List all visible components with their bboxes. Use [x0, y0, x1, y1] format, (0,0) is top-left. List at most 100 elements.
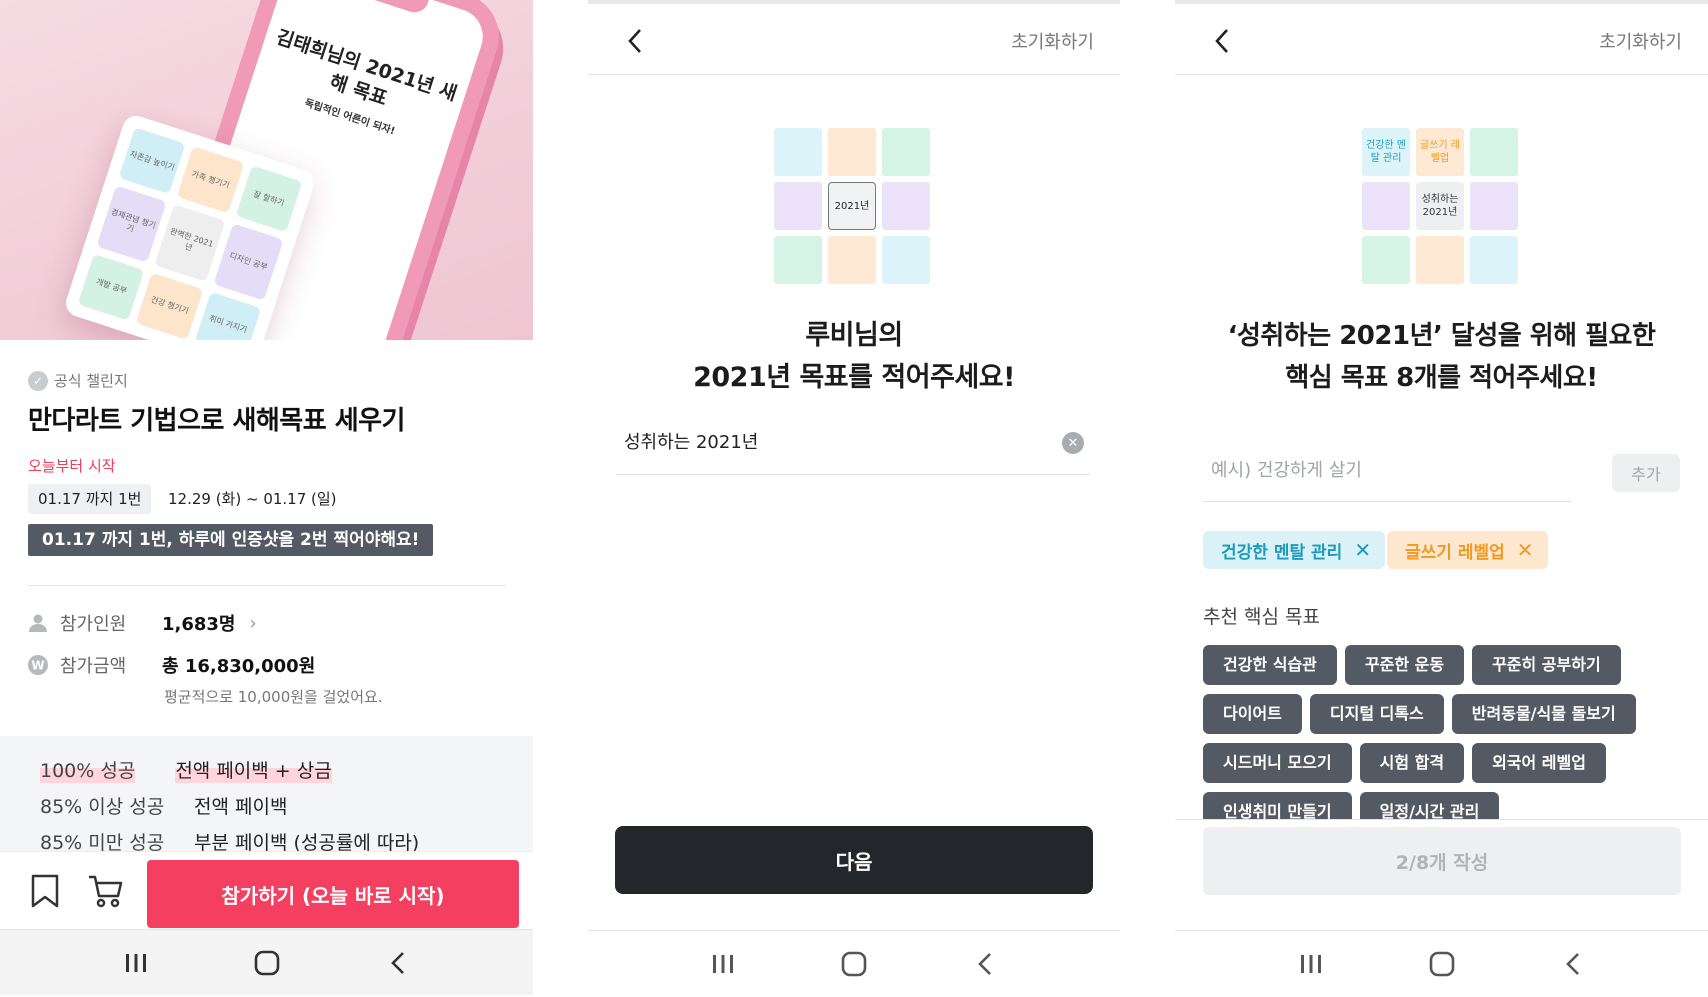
won-coin-icon: W: [28, 655, 48, 675]
challenge-detail-screen: 김태희님의 2021년 새해 목표 독립적인 어른이 되자! 자존감 높이기 가족…: [0, 0, 533, 997]
grid-center-cell: 2021년: [828, 182, 876, 230]
recent-apps-icon[interactable]: [118, 945, 154, 981]
mandala-cell: 가족 챙기기: [176, 146, 245, 214]
challenge-title: 만다라트 기법으로 새해목표 세우기: [28, 406, 405, 436]
amount-label: 참가금액: [60, 656, 127, 677]
grid-cell: [828, 236, 876, 284]
recommend-chip[interactable]: 인생취미 만들기: [1203, 792, 1352, 820]
mandala-cell: 완벽한 2021년: [154, 204, 226, 282]
back-arrow-icon[interactable]: [1207, 26, 1237, 56]
reward-value: 전액 페이백: [194, 796, 288, 818]
home-icon[interactable]: [1424, 946, 1460, 982]
recommend-chip-row: 시드머니 모으기 시험 합격 외국어 레벨업: [1203, 743, 1683, 783]
official-badge-label: 공식 챌린지: [54, 372, 128, 390]
progress-button: 2/8개 작성: [1203, 827, 1681, 895]
grid-cell: [774, 128, 822, 176]
frequency-chip: 01.17 까지 1번: [28, 484, 152, 514]
recommend-chip[interactable]: 시드머니 모으기: [1203, 743, 1352, 783]
selected-goal-chip[interactable]: 글쓰기 레벨업 ✕: [1387, 531, 1548, 569]
heading-line2: 핵심 목표 8개를 적어주세요!: [1285, 363, 1598, 393]
grid-cell: [882, 236, 930, 284]
back-arrow-icon[interactable]: [620, 26, 650, 56]
reward-row: 85% 이상 성공 전액 페이백: [40, 792, 287, 819]
back-nav-icon[interactable]: [1555, 946, 1591, 982]
recommend-chip[interactable]: 꾸준한 운동: [1344, 645, 1465, 685]
home-icon[interactable]: [249, 945, 285, 981]
divider: [28, 585, 506, 586]
official-badge: ✓ 공식 챌린지: [28, 370, 128, 391]
grid-cell: [1470, 236, 1518, 284]
recommend-chip[interactable]: 반려동물/식물 돌보기: [1451, 694, 1636, 734]
grid-cell: [1470, 182, 1518, 230]
hero-image: 김태희님의 2021년 새해 목표 독립적인 어른이 되자! 자존감 높이기 가족…: [0, 0, 533, 340]
period-text: 12.29 (화) ~ 01.17 (일): [168, 490, 337, 508]
recent-apps-icon[interactable]: [705, 946, 741, 982]
back-nav-icon[interactable]: [967, 946, 1003, 982]
home-icon[interactable]: [836, 946, 872, 982]
recent-apps-icon[interactable]: [1293, 946, 1329, 982]
heading-line1: ‘성취하는 2021년’ 달성을 위해 필요한: [1227, 321, 1656, 351]
reset-button[interactable]: 초기화하기: [1011, 28, 1094, 54]
goal-input-field: ✕: [616, 420, 1090, 475]
recommend-chip-row: 건강한 식습관 꾸준한 운동 꾸준히 공부하기: [1203, 645, 1683, 685]
selected-goal-label: 건강한 멘탈 관리: [1221, 542, 1343, 563]
close-icon[interactable]: ✕: [1517, 538, 1534, 562]
join-button[interactable]: 참가하기 (오늘 바로 시작): [147, 860, 519, 928]
reward-value: 전액 페이백 + 상금: [175, 756, 332, 783]
mandala-cell: 디자인 공부: [213, 223, 284, 301]
recommend-chip[interactable]: 꾸준히 공부하기: [1472, 645, 1621, 685]
reward-row: 100% 성공 전액 페이백 + 상금: [40, 756, 332, 783]
phone-notch: [347, 0, 430, 16]
grid-cell: [1362, 236, 1410, 284]
bookmark-icon[interactable]: [30, 874, 60, 908]
selected-goal-chip[interactable]: 건강한 멘탈 관리 ✕: [1203, 531, 1386, 569]
amount-row: W 참가금액 총 16,830,000원: [28, 652, 315, 678]
mandala-cell: 잘 할하기: [235, 165, 303, 233]
grid-cell: [1470, 128, 1518, 176]
start-label: 오늘부터 시작: [28, 457, 116, 475]
next-button[interactable]: 다음: [615, 826, 1093, 894]
recommend-chip[interactable]: 건강한 식습관: [1203, 645, 1337, 685]
clear-icon[interactable]: ✕: [1062, 432, 1084, 454]
recommend-chip-list: 건강한 식습관 꾸준한 운동 꾸준히 공부하기다이어트 디지털 디톡스 반려동물/식물 …: [1203, 645, 1683, 820]
recommend-chip-row: 인생취미 만들기 일정/시간 관리: [1203, 792, 1683, 820]
amount-value: 총 16,830,000원: [162, 656, 316, 677]
goal-input[interactable]: [624, 430, 1044, 451]
grid-cell: [1362, 182, 1410, 230]
grid-cell: 건강한 멘탈 관리: [1362, 128, 1410, 176]
reset-button[interactable]: 초기화하기: [1599, 28, 1682, 54]
top-bar: 초기화하기: [1175, 0, 1708, 75]
close-icon[interactable]: ✕: [1354, 538, 1371, 562]
mandala-cell: 개발 공부: [77, 253, 145, 321]
person-icon: [28, 613, 48, 633]
cart-icon[interactable]: [88, 874, 124, 908]
recommend-chip[interactable]: 디지털 디톡스: [1309, 694, 1444, 734]
recommend-chip[interactable]: 시험 합격: [1359, 743, 1465, 783]
reward-label: 85% 이상 성공: [40, 796, 165, 818]
top-bar: 초기화하기: [588, 0, 1120, 75]
grid-center-cell: 성취하는 2021년: [1416, 182, 1464, 230]
check-circle-icon: ✓: [28, 370, 48, 391]
reward-label: 100% 성공: [40, 756, 136, 783]
rule-banner: 01.17 까지 1번, 하루에 인증샷을 2번 찍어야해요!: [28, 524, 434, 556]
grid-cell: [774, 182, 822, 230]
add-button[interactable]: 추가: [1612, 454, 1680, 492]
recommend-chip[interactable]: 일정/시간 관리: [1359, 792, 1500, 820]
svg-text:W: W: [31, 659, 44, 673]
mandala-cell: 건강 챙기기: [135, 272, 204, 340]
core-goal-input[interactable]: [1211, 460, 1561, 481]
grid-cell: 글쓰기 레벨업: [1416, 128, 1464, 176]
grid-cell: [882, 182, 930, 230]
bottom-action-bar: 참가하기 (오늘 바로 시작): [0, 851, 533, 929]
android-nav-bar: [0, 929, 533, 995]
recommend-chip[interactable]: 외국어 레벨업: [1472, 743, 1606, 783]
selected-goal-label: 글쓰기 레벨업: [1405, 542, 1505, 563]
back-nav-icon[interactable]: [380, 945, 416, 981]
participants-row[interactable]: 참가인원 1,683명 ›: [28, 610, 257, 636]
android-nav-bar: [588, 930, 1120, 996]
recommend-chip[interactable]: 다이어트: [1203, 694, 1302, 734]
participants-label: 참가인원: [60, 614, 127, 635]
mandala-cell: 자존감 높이기: [118, 127, 186, 195]
mandala-cell: 경제관념 챙기기: [96, 185, 167, 263]
goal-input-screen: 초기화하기 2021년 루비님의 2021년 목표를 적어주세요! ✕ 다음: [588, 0, 1120, 997]
